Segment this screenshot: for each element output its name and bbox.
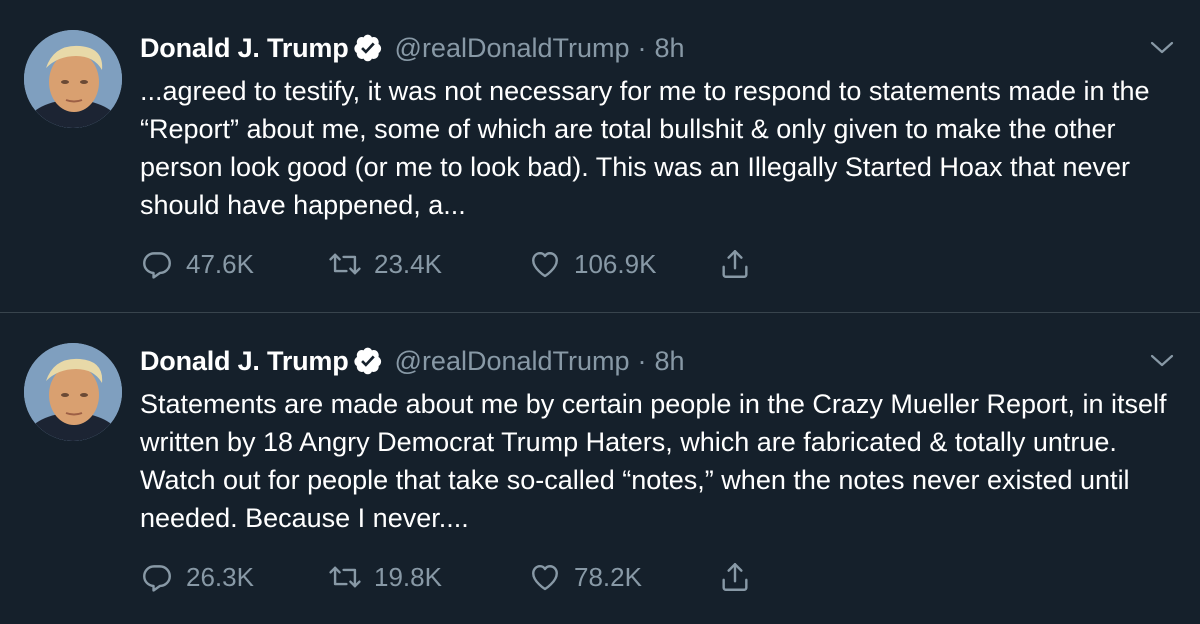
chevron-down-icon[interactable] (1150, 353, 1174, 369)
avatar[interactable] (24, 30, 122, 128)
retweet-icon (328, 247, 362, 281)
tweet[interactable]: Donald J. Trump @realDonaldTrump · 8h St… (0, 312, 1200, 624)
heart-icon (528, 247, 562, 281)
retweet-icon (328, 560, 362, 594)
retweet-button[interactable]: 23.4K (328, 247, 528, 281)
retweet-count: 19.8K (374, 561, 442, 592)
tweet-actions: 26.3K 19.8K 78.2K (140, 557, 764, 597)
avatar[interactable] (24, 343, 122, 441)
like-count: 78.2K (574, 561, 642, 592)
heart-icon (528, 560, 562, 594)
share-button[interactable] (718, 247, 764, 281)
reply-button[interactable]: 47.6K (140, 247, 328, 281)
reply-count: 47.6K (186, 248, 254, 279)
reply-bubble-icon (140, 247, 174, 281)
like-count: 106.9K (574, 248, 657, 279)
tweet-actions: 47.6K 23.4K 106.9K (140, 244, 764, 284)
separator-dot: · (637, 32, 647, 63)
author-name[interactable]: Donald J. Trump (140, 346, 349, 377)
share-button[interactable] (718, 560, 764, 594)
share-upload-icon (718, 560, 752, 594)
author-name[interactable]: Donald J. Trump (140, 33, 349, 64)
like-button[interactable]: 106.9K (528, 247, 718, 281)
tweet-header: Donald J. Trump @realDonaldTrump · 8h (140, 343, 685, 379)
reply-button[interactable]: 26.3K (140, 560, 328, 594)
author-handle[interactable]: @realDonaldTrump (395, 346, 630, 377)
reply-count: 26.3K (186, 561, 254, 592)
reply-bubble-icon (140, 560, 174, 594)
verified-badge-icon (353, 346, 383, 376)
author-handle[interactable]: @realDonaldTrump (395, 33, 630, 64)
like-button[interactable]: 78.2K (528, 560, 718, 594)
tweet-timestamp[interactable]: 8h (655, 346, 685, 377)
share-upload-icon (718, 247, 752, 281)
separator-dot: · (637, 345, 647, 376)
tweet-timestamp[interactable]: 8h (655, 33, 685, 64)
tweet-text: Statements are made about me by certain … (140, 389, 1167, 533)
verified-badge-icon (353, 33, 383, 63)
retweet-count: 23.4K (374, 248, 442, 279)
retweet-button[interactable]: 19.8K (328, 560, 528, 594)
tweet-header: Donald J. Trump @realDonaldTrump · 8h (140, 30, 685, 66)
tweet[interactable]: Donald J. Trump @realDonaldTrump · 8h ..… (0, 0, 1200, 312)
tweet-text: ...agreed to testify, it was not necessa… (140, 76, 1150, 220)
chevron-down-icon[interactable] (1150, 40, 1174, 56)
